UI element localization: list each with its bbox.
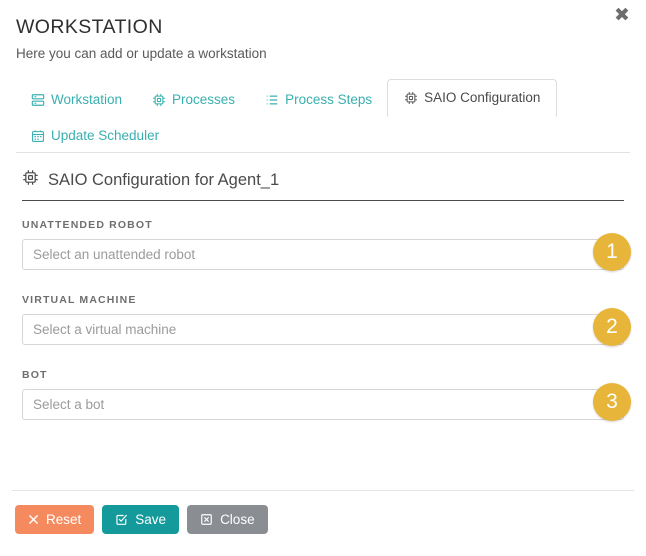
footer-divider bbox=[12, 489, 634, 491]
times-icon bbox=[28, 514, 39, 525]
tab-label: Process Steps bbox=[285, 92, 373, 108]
section-heading: SAIO Configuration for Agent_1 bbox=[22, 169, 624, 201]
button-label: Save bbox=[135, 511, 167, 527]
button-label: Close bbox=[220, 511, 255, 527]
tab-label: Processes bbox=[172, 92, 236, 108]
tab-workstation[interactable]: Workstation bbox=[16, 83, 137, 117]
field-virtual-machine: VIRTUAL MACHINE Select a virtual machine bbox=[22, 294, 624, 345]
tab-bar: Workstation Processes Process Steps SAIO… bbox=[0, 79, 646, 153]
field-unattended-robot: UNATTENDED ROBOT Select an unattended ro… bbox=[22, 219, 624, 270]
server-icon bbox=[31, 93, 45, 107]
field-bot: BOT Select a bot bbox=[22, 369, 624, 420]
close-dialog-icon[interactable]: ✖ bbox=[611, 4, 633, 26]
dialog-header: WORKSTATION Here you can add or update a… bbox=[0, 0, 646, 61]
cpu-icon bbox=[22, 169, 39, 191]
page-subtitle: Here you can add or update a workstation bbox=[16, 46, 267, 61]
reset-button[interactable]: Reset bbox=[15, 504, 95, 534]
saio-section: SAIO Configuration for Agent_1 bbox=[22, 169, 624, 201]
dialog-footer: Reset Save Close bbox=[0, 489, 646, 556]
tab-row-secondary: Update Scheduler bbox=[16, 119, 630, 153]
check-square-icon bbox=[115, 513, 128, 526]
saio-form: UNATTENDED ROBOT Select an unattended ro… bbox=[22, 219, 631, 421]
tab-update-scheduler[interactable]: Update Scheduler bbox=[16, 119, 174, 153]
tab-processes[interactable]: Processes bbox=[137, 83, 250, 117]
tab-row-primary: Workstation Processes Process Steps SAIO… bbox=[16, 79, 630, 117]
tab-label: Update Scheduler bbox=[51, 128, 160, 144]
times-square-icon bbox=[200, 513, 213, 526]
tab-label: SAIO Configuration bbox=[424, 90, 541, 106]
calendar-icon bbox=[31, 129, 45, 143]
unattended-robot-select[interactable]: Select an unattended robot bbox=[22, 239, 624, 270]
bot-select[interactable]: Select a bot bbox=[22, 389, 624, 420]
step-badge-1: 1 bbox=[593, 233, 631, 271]
button-label: Reset bbox=[46, 511, 82, 527]
step-badge-3: 3 bbox=[593, 383, 631, 421]
tab-bar-divider bbox=[16, 152, 630, 153]
field-label: BOT bbox=[22, 369, 48, 381]
field-label: UNATTENDED ROBOT bbox=[22, 219, 153, 231]
virtual-machine-select[interactable]: Select a virtual machine bbox=[22, 314, 624, 345]
page-title: WORKSTATION bbox=[16, 16, 163, 38]
tab-process-steps[interactable]: Process Steps bbox=[250, 83, 387, 117]
tab-label: Workstation bbox=[51, 92, 123, 108]
select-placeholder: Select a virtual machine bbox=[33, 322, 177, 337]
cpu-icon bbox=[404, 91, 418, 105]
footer-button-row: Reset Save Close bbox=[12, 504, 634, 556]
close-button[interactable]: Close bbox=[187, 504, 268, 534]
select-placeholder: Select a bot bbox=[33, 397, 105, 412]
field-label: VIRTUAL MACHINE bbox=[22, 294, 137, 306]
save-button[interactable]: Save bbox=[102, 504, 180, 534]
tab-saio-configuration[interactable]: SAIO Configuration bbox=[387, 79, 558, 117]
section-title-text: SAIO Configuration for Agent_1 bbox=[48, 170, 280, 189]
cpu-icon bbox=[152, 93, 166, 107]
select-placeholder: Select an unattended robot bbox=[33, 247, 196, 262]
step-badge-2: 2 bbox=[593, 308, 631, 346]
list-icon bbox=[265, 93, 279, 107]
